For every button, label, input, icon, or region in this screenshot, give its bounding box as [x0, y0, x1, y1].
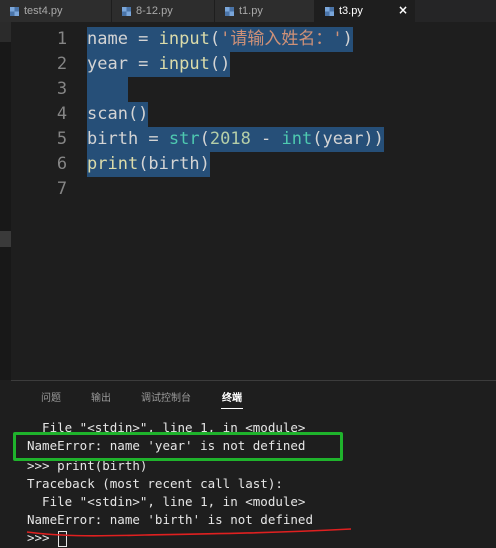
line-number: 1: [56, 29, 68, 49]
python-file-icon: [325, 6, 334, 16]
line-number: 7: [56, 179, 68, 199]
python-file-icon: [225, 6, 234, 16]
line-number: 6: [56, 154, 68, 174]
tab-label: t1.py: [239, 5, 263, 17]
code-text: birth = str(2018 - int(year)): [87, 127, 384, 152]
bottom-panel: 问题 输出 调试控制台 终端 File "<stdin>", line 1, i…: [11, 380, 496, 548]
side-panel-edge: [0, 22, 11, 380]
editor-tab-bar: test4.py 8-12.py t1.py t3.py ×: [0, 0, 496, 22]
red-underline-annotation: [26, 528, 352, 537]
code-line: 7: [11, 177, 496, 202]
code-line: 2 year = input(): [11, 52, 496, 77]
code-text: [87, 77, 128, 102]
code-line: 3: [11, 77, 496, 102]
tab-8-12[interactable]: 8-12.py: [112, 0, 215, 22]
tab-t1[interactable]: t1.py: [215, 0, 315, 22]
code-text: year = input(): [87, 52, 231, 77]
side-panel-block: [0, 22, 11, 42]
line-number: 4: [56, 104, 68, 124]
code-text: scan(): [87, 102, 149, 127]
tab-label: 8-12.py: [136, 5, 173, 17]
line-number: 2: [56, 54, 68, 74]
tab-test4[interactable]: test4.py: [0, 0, 112, 22]
terminal-line: File "<stdin>", line 1, in <module>: [27, 494, 306, 509]
tab-problems[interactable]: 问题: [41, 389, 61, 404]
code-line: 5 birth = str(2018 - int(year)): [11, 127, 496, 152]
code-text: print(birth): [87, 152, 210, 177]
code-editor[interactable]: 1 name = input('请输入姓名：') 2 year = input(…: [11, 22, 496, 380]
terminal-line: Traceback (most recent call last):: [27, 476, 283, 491]
python-file-icon: [10, 6, 19, 16]
tab-debug-console[interactable]: 调试控制台: [141, 389, 191, 404]
tab-label: t3.py: [339, 5, 363, 17]
tab-label: test4.py: [24, 5, 63, 17]
close-tab-icon[interactable]: ×: [398, 3, 408, 17]
side-panel-block: [0, 231, 11, 247]
python-file-icon: [122, 6, 131, 16]
code-line: 4 scan(): [11, 102, 496, 127]
code-text: name = input('请输入姓名：'): [87, 27, 353, 52]
tab-terminal[interactable]: 终端: [222, 389, 242, 404]
line-number: 3: [56, 79, 68, 99]
code-line: 6 print(birth): [11, 152, 496, 177]
code-line: 1 name = input('请输入姓名：'): [11, 27, 496, 52]
active-tab-indicator: [221, 408, 243, 409]
highlight-box: [13, 432, 343, 461]
line-number: 5: [56, 129, 68, 149]
tab-output[interactable]: 输出: [91, 389, 111, 404]
